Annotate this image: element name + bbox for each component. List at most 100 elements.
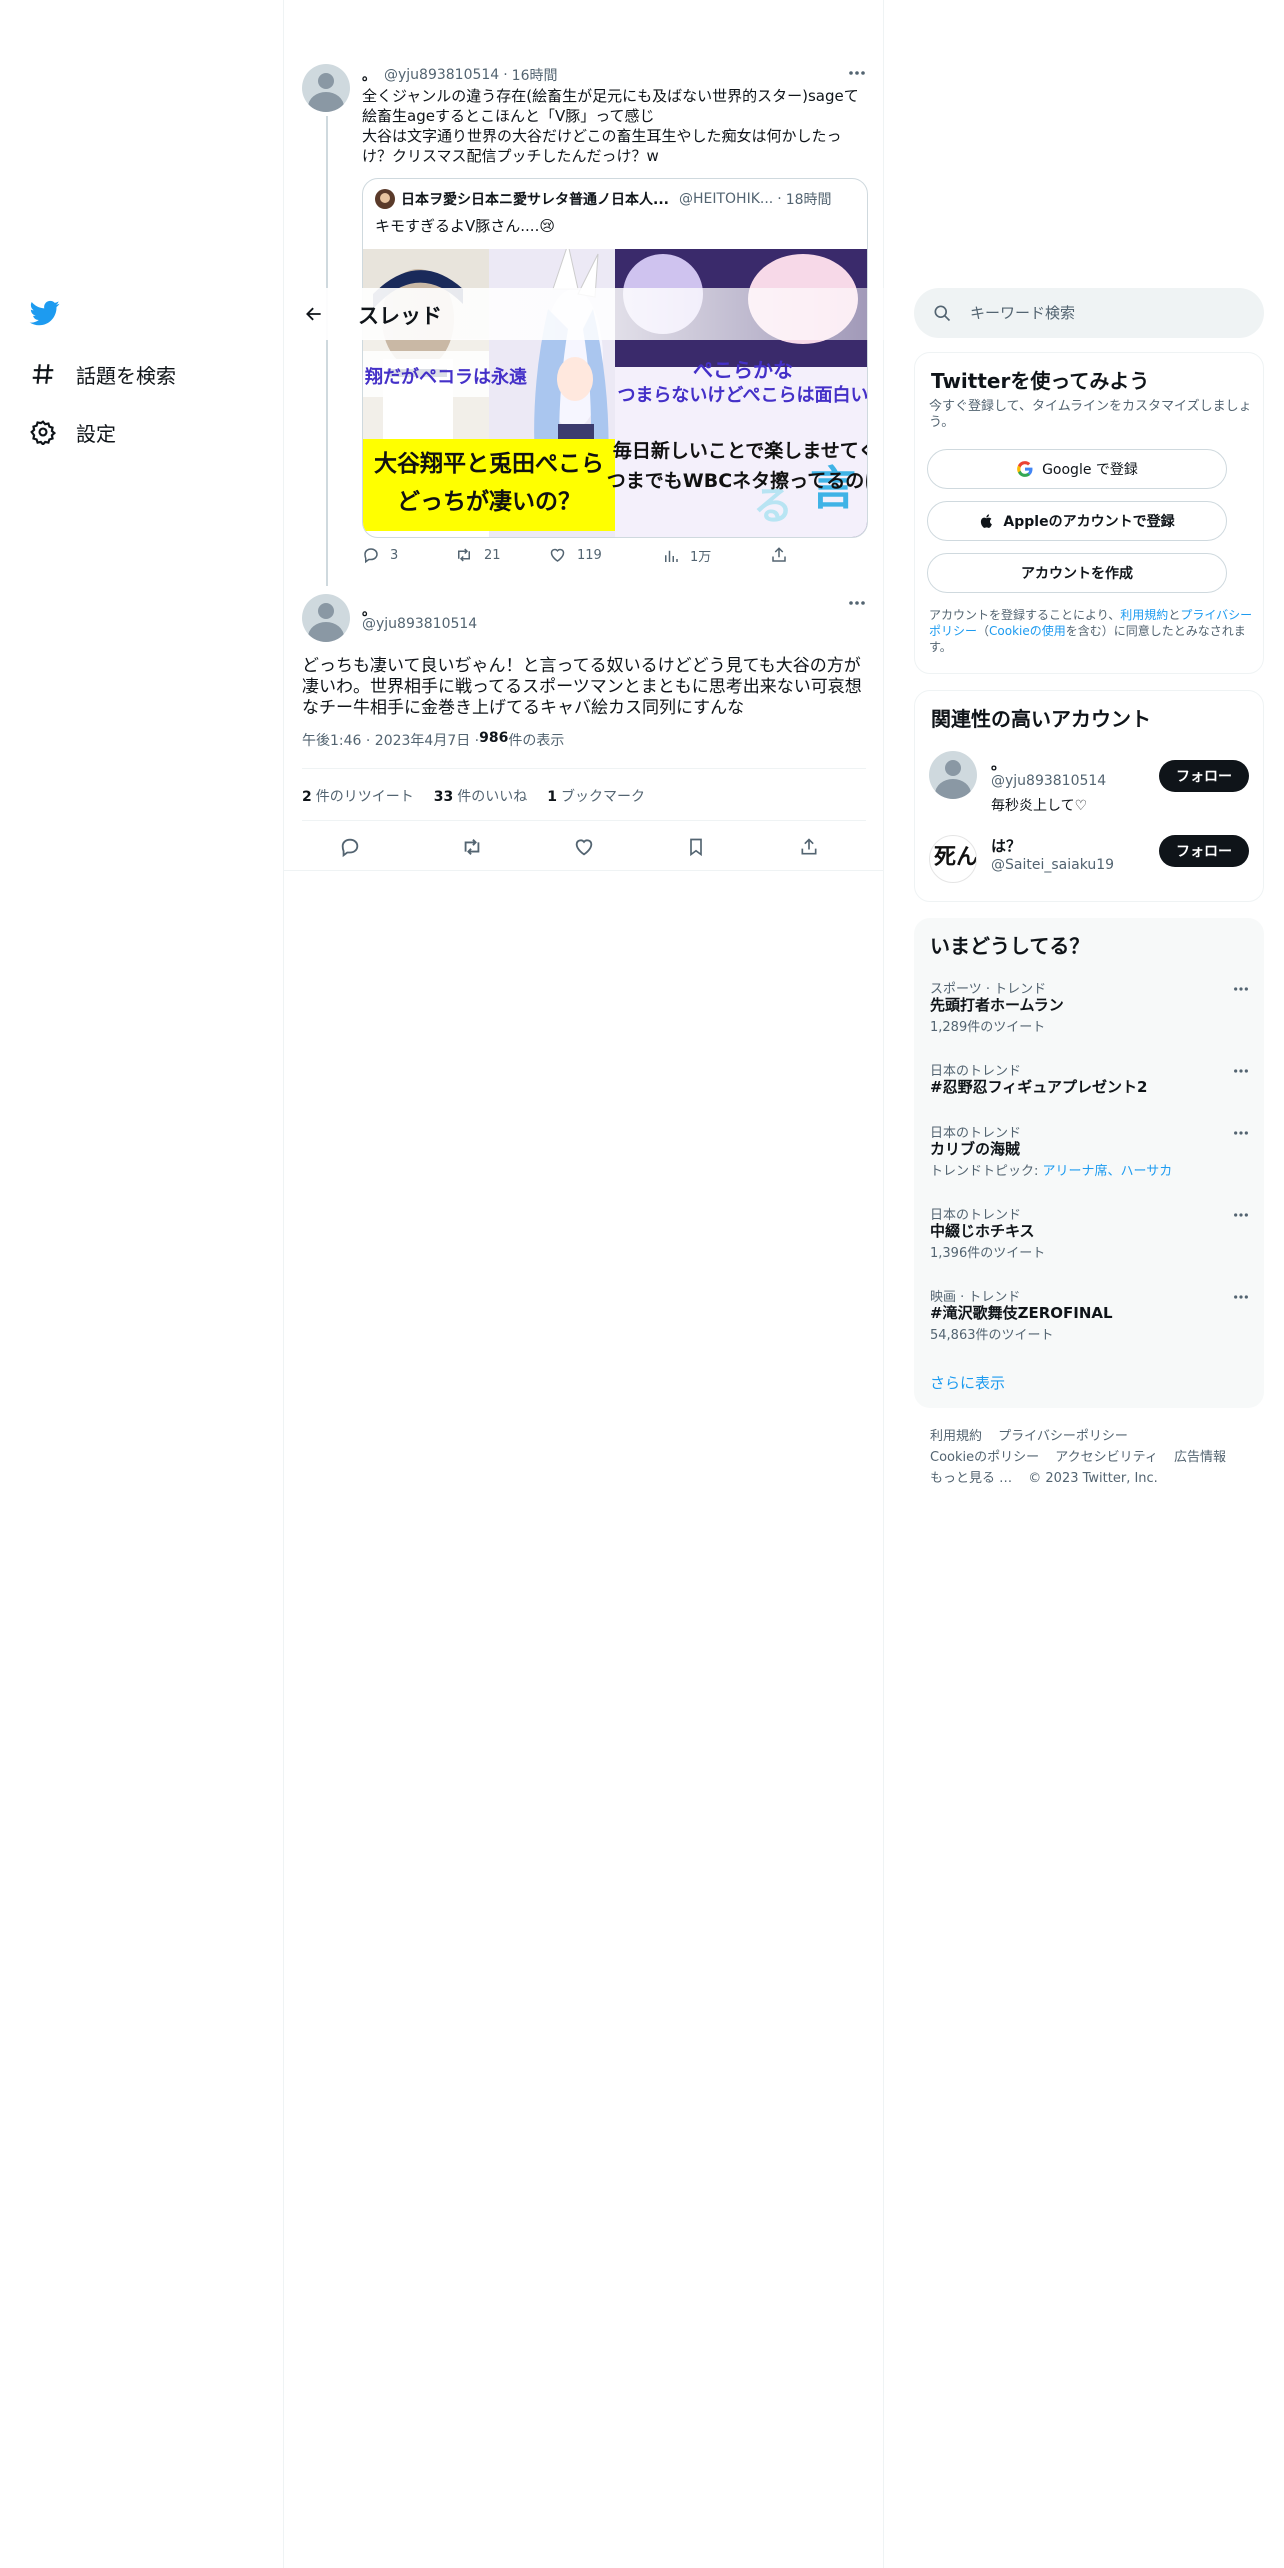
footer-link[interactable]: 広告情報 [1174, 1450, 1226, 1465]
related-user[interactable]: 死んだ は？ @Saitei_saiaku19 フォロー [915, 835, 1265, 895]
reply-icon [341, 838, 359, 858]
timestamp-text: 午後1:46 · 2023年4月7日 · [302, 733, 480, 749]
more-options-icon[interactable] [1228, 1122, 1254, 1144]
tweet-text-line: 凄いわ。世界相手に戦ってるスポーツマンとまともに思考出来ない可哀想 [302, 677, 862, 697]
trend-count: 54,863件のツイート [930, 1328, 1054, 1343]
nav-item-explore[interactable]: 話題を検索 [28, 349, 176, 399]
hashtag-icon [28, 359, 58, 389]
divider [302, 820, 866, 821]
cookie-link[interactable]: Cookieの使用 [989, 624, 1066, 638]
dot-separator: · [777, 191, 782, 207]
tweet-author-handle[interactable]: @yju893810514 [362, 616, 477, 632]
user-handle: @yju893810514 [991, 773, 1107, 789]
more-options-icon[interactable] [1228, 1060, 1254, 1082]
reply-icon [364, 548, 378, 564]
trend-name: 中綴じホチキス [930, 1222, 1035, 1240]
google-signup-button[interactable]: Google で登録 [927, 449, 1227, 489]
trend-item[interactable]: 日本のトレンド 中綴じホチキス 1,396件のツイート [914, 1204, 1264, 1266]
retweets-stat[interactable]: 2 件のリツイート [302, 786, 414, 806]
main-column: 。 @yju893810514 · 16時間 全くジャンルの違う存在(絵畜生が足… [284, 0, 884, 2568]
more-options-icon[interactable] [1228, 978, 1254, 1000]
nav-item-settings[interactable]: 設定 [28, 407, 116, 457]
share-icon [801, 838, 817, 855]
footer-links: 利用規約 プライバシーポリシー Cookieのポリシー アクセシビリティ 広告情… [930, 1426, 1260, 1489]
media-caption: どっちが凄いの？ [397, 488, 581, 515]
share-button[interactable] [770, 546, 798, 564]
more-options-icon[interactable] [844, 592, 870, 614]
signup-legal-text: アカウントを登録することにより、利用規約とプライバシーポリシー（Cookieの使… [929, 607, 1255, 655]
trend-topic-link[interactable]: アリーナ席、ハーサカ [1043, 1164, 1173, 1179]
tweet-actions [284, 832, 884, 862]
gear-icon [28, 417, 58, 447]
tweet-text-line: 大谷は文字通り世界の大谷だけどこの畜生耳生やした痴女は何かしたっ [362, 127, 842, 145]
avatar[interactable] [302, 594, 350, 642]
share-button[interactable] [794, 832, 824, 862]
related-user[interactable]: 。 @yju893810514 毎秒炎上して♡ フォロー [915, 751, 1265, 814]
trend-item[interactable]: 日本のトレンド カリブの海賊 トレンドトピック: アリーナ席、ハーサカ [914, 1122, 1264, 1184]
retweet-button[interactable] [457, 832, 487, 862]
trend-name: 先頭打者ホームラン [930, 996, 1064, 1014]
show-more-link[interactable]: さらに表示 [930, 1372, 1005, 1393]
trends-title: いまどうしてる？ [930, 934, 1090, 958]
footer-link[interactable]: アクセシビリティ [1055, 1450, 1158, 1465]
avatar[interactable] [302, 64, 350, 112]
trend-topics-prefix: トレンドトピック: [930, 1164, 1043, 1179]
left-nav: 話題を検索 設定 [0, 0, 284, 2568]
retweet-count: 21 [484, 547, 501, 563]
trend-item[interactable]: 映画 · トレンド #滝沢歌舞伎ZEROFINAL 54,863件のツイート [914, 1286, 1264, 1348]
likes-stat[interactable]: 33 件のいいね [434, 786, 527, 806]
bookmarks-stat[interactable]: 1 ブックマーク [547, 786, 645, 806]
tweet-author-name[interactable]: 。 [362, 65, 376, 85]
signup-title: Twitterを使ってみよう [931, 369, 1150, 393]
more-options-icon[interactable] [844, 62, 870, 84]
reply-button[interactable]: 3 [362, 546, 398, 564]
search-input[interactable] [970, 304, 1230, 322]
follow-button[interactable]: フォロー [1159, 760, 1249, 792]
dot-separator: · [503, 67, 508, 83]
apple-icon [979, 512, 995, 530]
more-options-icon[interactable] [1228, 1204, 1254, 1226]
trend-item[interactable]: スポーツ · トレンド 先頭打者ホームラン 1,289件のツイート [914, 978, 1264, 1040]
user-handle: @Saitei_saiaku19 [991, 857, 1115, 873]
views-button[interactable]: 1万 [662, 546, 711, 565]
copyright: © 2023 Twitter, Inc. [1028, 1471, 1158, 1486]
tweet-actions: 3 21 119 1万 [362, 546, 792, 570]
trend-name: カリブの海賊 [930, 1140, 1021, 1158]
trend-name: #滝沢歌舞伎ZEROFINAL [930, 1304, 1113, 1322]
back-arrow-icon[interactable] [298, 298, 330, 330]
trend-item[interactable]: 日本のトレンド #忍野忍フィギュアプレゼント2 [914, 1060, 1264, 1122]
like-button[interactable] [569, 832, 599, 862]
tweet-author-handle[interactable]: @yju893810514 [384, 67, 499, 83]
trend-count: 1,396件のツイート [930, 1246, 1046, 1261]
page-title: スレッド [358, 304, 442, 328]
footer-link[interactable]: プライバシーポリシー [998, 1429, 1128, 1444]
search-box[interactable] [914, 288, 1264, 338]
quoted-text: キモすぎるよV豚さん....😢 [375, 217, 555, 235]
related-accounts-card: 関連性の高いアカウント 。 @yju893810514 毎秒炎上して♡ フォロー… [914, 690, 1264, 902]
media-caption: 大谷翔平と兎田ぺこら [374, 450, 604, 477]
nav-label-settings: 設定 [76, 421, 116, 446]
footer-more-link[interactable]: もっと見る … [930, 1471, 1012, 1486]
legal-text: （ [977, 624, 990, 638]
like-button[interactable]: 119 [548, 546, 602, 564]
tweet-timestamp[interactable]: 午後1:46 · 2023年4月7日 · 986 件の表示 [302, 730, 564, 750]
footer-link[interactable]: Cookieのポリシー [930, 1450, 1039, 1465]
footer-link[interactable]: 利用規約 [930, 1429, 982, 1444]
terms-link[interactable]: 利用規約 [1120, 608, 1168, 622]
reply-count: 3 [390, 547, 399, 563]
tweet-time[interactable]: 16時間 [512, 65, 558, 85]
create-account-button[interactable]: アカウントを作成 [927, 553, 1227, 593]
heart-icon [575, 839, 593, 856]
apple-signup-button[interactable]: Appleのアカウントで登録 [927, 501, 1227, 541]
quoted-tweet[interactable]: 日本ヲ愛シ日本ニ愛サレタ普通ノ日本人... @HEITOHIK... · 18時… [362, 178, 868, 538]
tweet-text: 全くジャンルの違う存在(絵畜生が足元にも及ばない世界的スター)sageて 絵畜生… [362, 86, 872, 166]
reply-button[interactable] [335, 832, 365, 862]
user-name: 。 [991, 755, 1007, 773]
twitter-logo-icon[interactable] [28, 298, 64, 332]
retweet-button[interactable]: 21 [454, 546, 501, 564]
follow-button[interactable]: フォロー [1159, 835, 1249, 867]
divider [302, 768, 866, 769]
bookmark-button[interactable] [681, 832, 711, 862]
tweet-stats: 2 件のリツイート 33 件のいいね 1 ブックマーク [302, 786, 665, 806]
more-options-icon[interactable] [1228, 1286, 1254, 1308]
